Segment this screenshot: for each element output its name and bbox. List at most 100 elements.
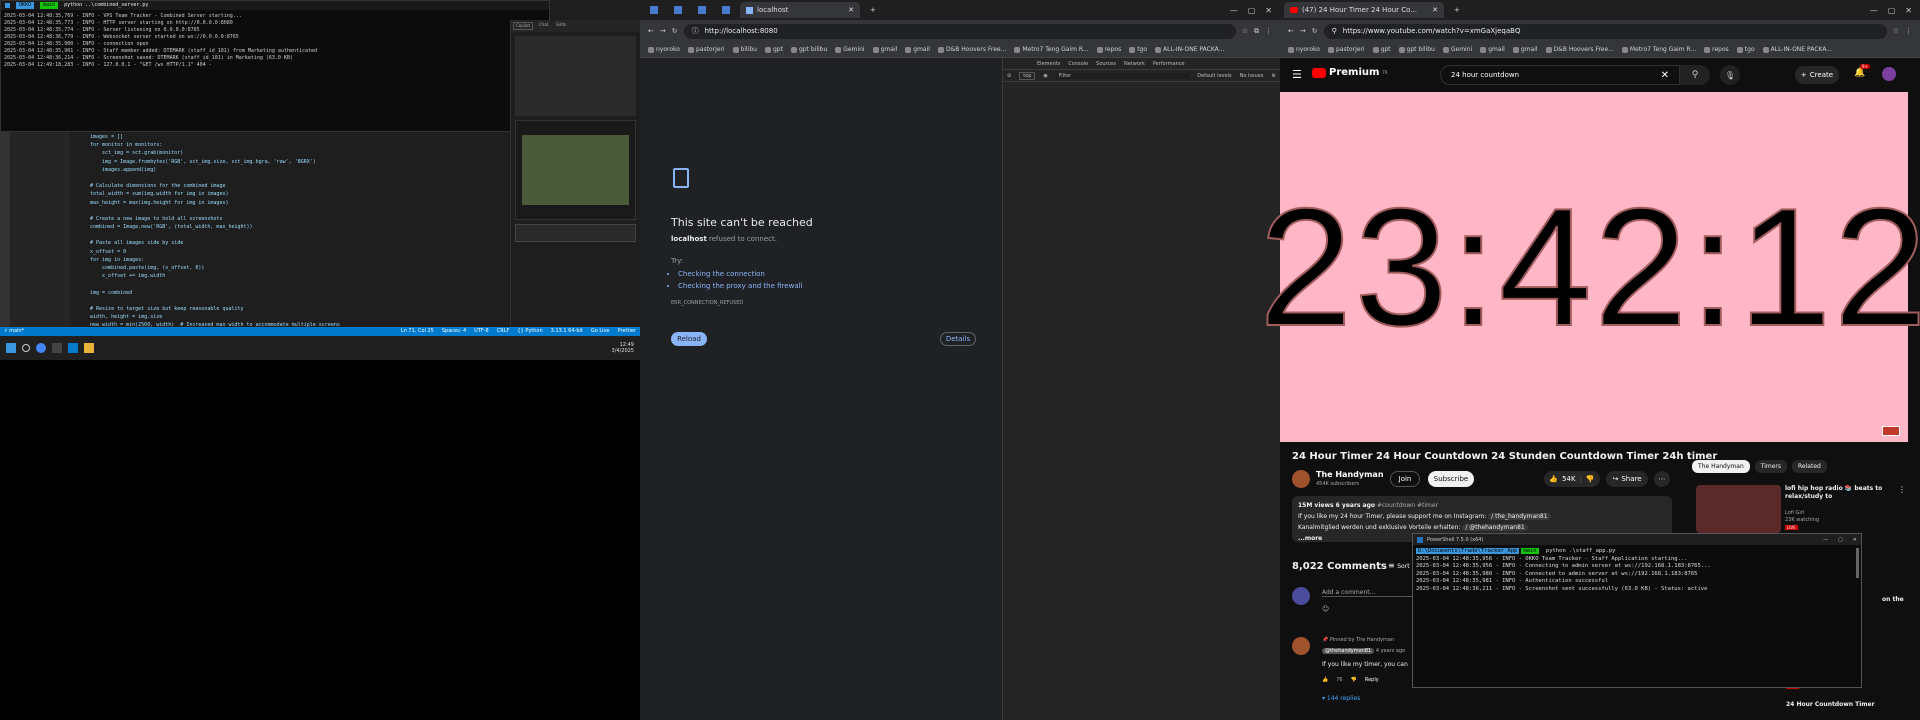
instagram-link[interactable]: / the_handyman81 (1488, 513, 1551, 520)
chip[interactable]: Related (1792, 460, 1827, 473)
bookmark-item[interactable]: pastorjeri (1327, 46, 1365, 53)
more-actions-button[interactable]: ⋯ (1654, 471, 1670, 487)
status-item[interactable]: {} Python (517, 328, 542, 335)
powershell-window[interactable]: PowerShell 7.5.0 (x64) — ▢ ✕ D:\Document… (1412, 533, 1862, 688)
bookmark-item[interactable]: gmail (1512, 46, 1538, 53)
notifications-bell-icon[interactable]: 🔔 (1854, 68, 1865, 78)
bookmark-item[interactable]: ALL-IN-ONE PACKA... (1155, 46, 1224, 53)
bookmark-item[interactable]: pastorjeri (687, 46, 725, 53)
search-button[interactable]: ⚲ (1680, 65, 1710, 85)
voice-search-icon[interactable]: 🎙 (1720, 65, 1740, 85)
reply-button[interactable]: Reply (1365, 677, 1379, 683)
bookmark-item[interactable]: Metro7 Teng Gaim R... (1621, 46, 1696, 53)
new-tab-button[interactable]: + (1448, 2, 1466, 18)
clear-search-icon[interactable]: ✕ (1661, 70, 1669, 81)
remote-indicator[interactable]: ⚡ main* (4, 328, 24, 335)
share-button[interactable]: ↪ Share (1606, 471, 1648, 487)
minimize-icon[interactable]: — (1823, 537, 1828, 543)
devtools-tab[interactable]: Elements (1037, 61, 1060, 67)
scrollbar[interactable] (1856, 548, 1859, 578)
subscribe-button[interactable]: Subscribe (1428, 471, 1474, 487)
back-icon[interactable]: ← (648, 27, 654, 35)
add-comment-input[interactable]: Add a comment... (1322, 589, 1412, 597)
bookmark-item[interactable]: repos (1704, 46, 1729, 53)
search-icon[interactable] (22, 344, 30, 352)
server-terminal[interactable]: OKKO main python ..\combined_server.py 2… (0, 0, 550, 132)
bookmark-item[interactable]: D&B Hoovers Free... (937, 46, 1006, 53)
explorer-app-icon[interactable] (84, 343, 94, 353)
status-item[interactable]: Ln 71, Col 25 (401, 328, 434, 335)
code-editor[interactable]: images = [] for monitor in monitors: sct_… (70, 132, 510, 360)
bookmark-item[interactable]: bilibu (732, 46, 757, 53)
settings-gear-icon[interactable]: ⚙ (1272, 73, 1276, 79)
bookmark-item[interactable]: gpt bilibu (1398, 46, 1435, 53)
tab-placeholder-2[interactable] (668, 2, 688, 18)
tab-placeholder-1[interactable] (644, 2, 664, 18)
status-item[interactable]: 3.13.1 64-bit (551, 328, 583, 335)
copilot-chat-panel[interactable]: Copilot Chat Edits (510, 20, 640, 335)
channel-name[interactable]: The Handyman (1316, 470, 1384, 479)
reload-icon[interactable]: ↻ (672, 27, 678, 35)
close-tab-icon[interactable]: ✕ (1432, 6, 1438, 14)
bookmark-star-icon[interactable]: ☆ (1893, 27, 1899, 35)
bookmark-item[interactable]: ALL-IN-ONE PACKA... (1762, 46, 1832, 53)
create-button[interactable]: + Create (1795, 66, 1839, 84)
youtube-logo[interactable]: Premium TR (1312, 67, 1388, 78)
more-options-icon[interactable]: ⋮ (1898, 485, 1906, 494)
chip[interactable]: Timers (1754, 460, 1788, 473)
menu-icon[interactable]: ⋮ (1905, 27, 1912, 35)
minimize-icon[interactable]: — (1870, 6, 1878, 15)
minimize-icon[interactable]: — (1230, 6, 1238, 15)
devtools-tab[interactable]: Console (1068, 61, 1088, 67)
youtube-link[interactable]: / @thehandyman81 (1462, 524, 1528, 531)
search-input[interactable]: 24 hour countdown ✕ (1440, 65, 1680, 85)
tab-placeholder-4[interactable] (716, 2, 736, 18)
status-item[interactable]: Go Live (591, 328, 610, 335)
channel-avatar[interactable] (1292, 470, 1310, 488)
comment-author[interactable]: @thehandyman81 4 years ago (1322, 648, 1405, 654)
bookmark-item[interactable]: gpt (764, 46, 783, 53)
extensions-icon[interactable]: ⧉ (1254, 27, 1259, 36)
status-item[interactable]: CRLF (497, 328, 510, 335)
bookmark-item[interactable]: gmail (1480, 46, 1505, 53)
reload-button[interactable]: Reload (671, 332, 707, 346)
menu-icon[interactable]: ⋮ (1265, 27, 1272, 35)
comment-dislike-icon[interactable]: 👎 (1351, 677, 1357, 683)
like-button[interactable]: 👍 54K | 👎 (1544, 471, 1600, 487)
new-tab-button[interactable]: + (864, 2, 882, 18)
devtools-panel[interactable]: Elements Console Sources Network Performance… (1002, 58, 1280, 720)
status-item[interactable]: Prettier (618, 328, 636, 335)
comment-avatar[interactable] (1292, 637, 1310, 655)
reload-icon[interactable]: ↻ (1312, 27, 1318, 35)
address-bar[interactable]: ⓘ http://localhost:8080 (683, 23, 1236, 39)
maximize-icon[interactable]: ▢ (1838, 537, 1843, 543)
close-tab-icon[interactable]: ✕ (848, 6, 854, 14)
bookmark-item[interactable]: nyoroko (648, 46, 680, 53)
vscode-app-icon[interactable] (68, 343, 78, 353)
tab-youtube[interactable]: (47) 24 Hour Timer 24 Hour Co... ✕ (1284, 2, 1444, 18)
bookmark-item[interactable]: gpt bilibu (790, 46, 827, 53)
address-bar[interactable]: ⚲ https://www.youtube.com/watch?v=xmGaXj… (1323, 23, 1887, 39)
tab-placeholder-3[interactable] (692, 2, 712, 18)
status-item[interactable]: UTF-8 (474, 328, 489, 335)
levels-select[interactable]: Default levels (1197, 73, 1231, 79)
bookmark-item[interactable]: nyoroko (1288, 46, 1320, 53)
maximize-icon[interactable]: ▢ (1888, 6, 1896, 15)
bookmark-star-icon[interactable]: ☆ (1242, 27, 1248, 35)
sidebar-video-2[interactable]: LIVE 24 Hour Countdown Timer (1696, 684, 1906, 714)
bookmark-item[interactable]: Gemini (1442, 46, 1472, 53)
clear-console-icon[interactable]: ⊘ (1007, 73, 1011, 79)
details-button[interactable]: Details (940, 332, 976, 346)
bookmark-item[interactable]: gmail (905, 46, 930, 53)
close-window-icon[interactable]: ✕ (1853, 537, 1857, 543)
eye-icon[interactable]: ◉ (1043, 73, 1047, 79)
issues-indicator[interactable]: No Issues (1240, 73, 1264, 79)
bookmark-item[interactable]: gmail (872, 46, 897, 53)
hamburger-menu-icon[interactable]: ☰ (1292, 68, 1302, 81)
video-player[interactable]: 23:42:12 (1258, 92, 1920, 442)
bookmark-item[interactable]: Gemini (835, 46, 865, 53)
close-window-icon[interactable]: ✕ (1905, 6, 1912, 15)
devtools-tab[interactable]: Network (1124, 61, 1145, 67)
chip[interactable]: The Handyman (1692, 460, 1750, 473)
devtools-tab[interactable]: Performance (1153, 61, 1185, 67)
